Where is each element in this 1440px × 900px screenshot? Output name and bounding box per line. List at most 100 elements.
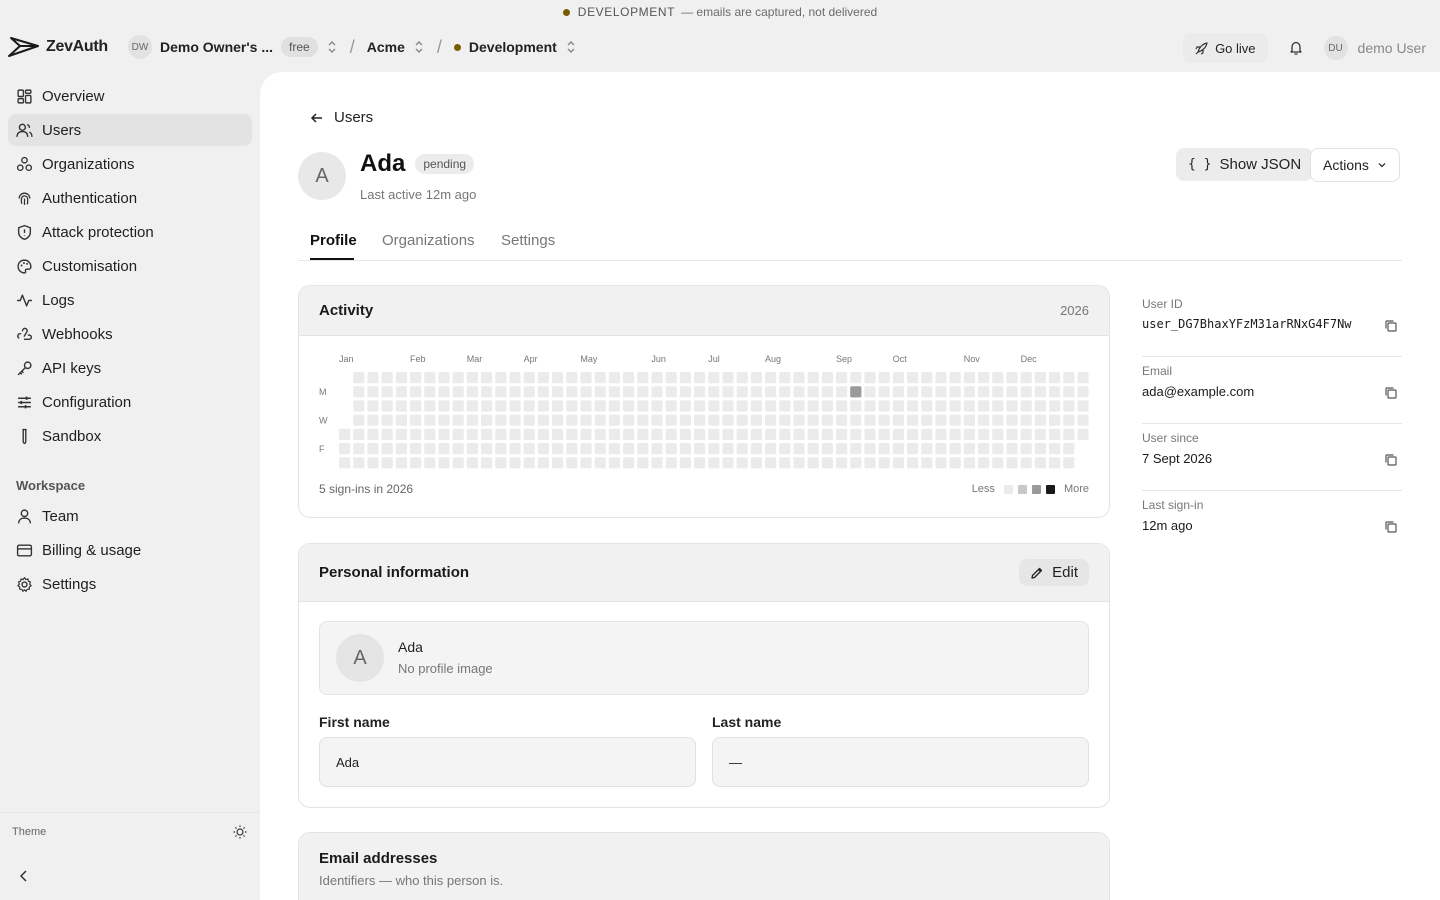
- heatmap-cell[interactable]: [537, 372, 549, 384]
- copy-icon[interactable]: [1384, 520, 1398, 534]
- heatmap-cell[interactable]: [921, 443, 933, 455]
- heatmap-cell[interactable]: [509, 372, 521, 384]
- heatmap-cell[interactable]: [623, 457, 635, 469]
- heatmap-cell[interactable]: [978, 372, 990, 384]
- chevron-up-down-icon[interactable]: [413, 40, 425, 54]
- heatmap-cell[interactable]: [608, 443, 620, 455]
- heatmap-cell[interactable]: [552, 386, 564, 398]
- heatmap-cell[interactable]: [1077, 428, 1089, 440]
- heatmap-cell[interactable]: [1020, 443, 1032, 455]
- heatmap-cell[interactable]: [509, 457, 521, 469]
- heatmap-cell[interactable]: [608, 457, 620, 469]
- heatmap-cell[interactable]: [694, 400, 706, 412]
- heatmap-cell[interactable]: [850, 414, 862, 426]
- heatmap-cell[interactable]: [1006, 372, 1018, 384]
- heatmap-cell[interactable]: [665, 372, 677, 384]
- heatmap-cell[interactable]: [395, 414, 407, 426]
- heatmap-cell[interactable]: [736, 457, 748, 469]
- heatmap-cell[interactable]: [637, 428, 649, 440]
- heatmap-cell[interactable]: [978, 428, 990, 440]
- heatmap-cell[interactable]: [949, 443, 961, 455]
- sidebar-item-authentication[interactable]: Authentication: [8, 182, 252, 214]
- tab-profile[interactable]: Profile: [310, 232, 357, 249]
- heatmap-cell[interactable]: [381, 457, 393, 469]
- last-name-field[interactable]: —: [712, 737, 1089, 787]
- heatmap-cell[interactable]: [381, 386, 393, 398]
- heatmap-cell[interactable]: [665, 428, 677, 440]
- heatmap-cell[interactable]: [1049, 414, 1061, 426]
- heatmap-cell[interactable]: [821, 386, 833, 398]
- heatmap-cell[interactable]: [836, 400, 848, 412]
- heatmap-cell[interactable]: [892, 428, 904, 440]
- heatmap-cell[interactable]: [438, 443, 450, 455]
- heatmap-cell[interactable]: [949, 457, 961, 469]
- heatmap-cell[interactable]: [935, 386, 947, 398]
- heatmap-cell[interactable]: [949, 372, 961, 384]
- heatmap-cell[interactable]: [637, 443, 649, 455]
- heatmap-cell[interactable]: [935, 443, 947, 455]
- heatmap-cell[interactable]: [992, 428, 1004, 440]
- heatmap-cell[interactable]: [552, 428, 564, 440]
- heatmap-cell[interactable]: [481, 414, 493, 426]
- heatmap-cell[interactable]: [438, 372, 450, 384]
- heatmap-cell[interactable]: [949, 400, 961, 412]
- heatmap-cell[interactable]: [410, 414, 422, 426]
- heatmap-cell[interactable]: [353, 457, 365, 469]
- heatmap-cell[interactable]: [367, 386, 379, 398]
- heatmap-cell[interactable]: [1020, 414, 1032, 426]
- heatmap-cell[interactable]: [495, 400, 507, 412]
- heatmap-cell[interactable]: [765, 428, 777, 440]
- heatmap-cell[interactable]: [381, 400, 393, 412]
- heatmap-cell[interactable]: [750, 372, 762, 384]
- heatmap-cell[interactable]: [821, 457, 833, 469]
- heatmap-cell[interactable]: [907, 428, 919, 440]
- copy-icon[interactable]: [1384, 453, 1398, 467]
- heatmap-cell[interactable]: [1077, 386, 1089, 398]
- heatmap-cell[interactable]: [623, 428, 635, 440]
- heatmap-cell[interactable]: [481, 457, 493, 469]
- heatmap-cell[interactable]: [907, 414, 919, 426]
- heatmap-cell[interactable]: [978, 386, 990, 398]
- heatmap-cell[interactable]: [708, 428, 720, 440]
- heatmap-cell[interactable]: [992, 443, 1004, 455]
- heatmap-cell[interactable]: [367, 428, 379, 440]
- heatmap-cell[interactable]: [807, 400, 819, 412]
- heatmap-cell[interactable]: [878, 457, 890, 469]
- heatmap-cell[interactable]: [452, 372, 464, 384]
- heatmap-cell[interactable]: [452, 457, 464, 469]
- heatmap-cell[interactable]: [949, 414, 961, 426]
- heatmap-cell[interactable]: [452, 414, 464, 426]
- heatmap-cell[interactable]: [466, 457, 478, 469]
- heatmap-cell[interactable]: [580, 443, 592, 455]
- heatmap-cell[interactable]: [1034, 414, 1046, 426]
- heatmap-cell[interactable]: [523, 372, 535, 384]
- heatmap-cell[interactable]: [736, 400, 748, 412]
- heatmap-cell[interactable]: [679, 386, 691, 398]
- heatmap-cell[interactable]: [892, 457, 904, 469]
- heatmap-cell[interactable]: [750, 428, 762, 440]
- heatmap-cell[interactable]: [651, 400, 663, 412]
- heatmap-cell[interactable]: [523, 414, 535, 426]
- notifications-button[interactable]: [1278, 33, 1314, 63]
- heatmap-cell[interactable]: [580, 428, 592, 440]
- heatmap-cell[interactable]: [807, 372, 819, 384]
- heatmap-cell[interactable]: [1063, 414, 1075, 426]
- profile-avatar[interactable]: A: [336, 634, 384, 682]
- sidebar-item-organizations[interactable]: Organizations: [8, 148, 252, 180]
- heatmap-cell[interactable]: [978, 443, 990, 455]
- heatmap-cell[interactable]: [750, 443, 762, 455]
- heatmap-cell[interactable]: [608, 428, 620, 440]
- heatmap-cell[interactable]: [395, 443, 407, 455]
- sidebar-item-sandbox[interactable]: Sandbox: [8, 420, 252, 452]
- heatmap-cell[interactable]: [864, 414, 876, 426]
- heatmap-cell[interactable]: [367, 414, 379, 426]
- heatmap-cell[interactable]: [949, 386, 961, 398]
- heatmap-cell[interactable]: [1063, 457, 1075, 469]
- heatmap-cell[interactable]: [552, 443, 564, 455]
- heatmap-cell[interactable]: [1049, 428, 1061, 440]
- heatmap-cell[interactable]: [1077, 400, 1089, 412]
- heatmap-cell[interactable]: [708, 386, 720, 398]
- heatmap-cell[interactable]: [892, 400, 904, 412]
- heatmap-cell[interactable]: [580, 400, 592, 412]
- heatmap-cell[interactable]: [1049, 386, 1061, 398]
